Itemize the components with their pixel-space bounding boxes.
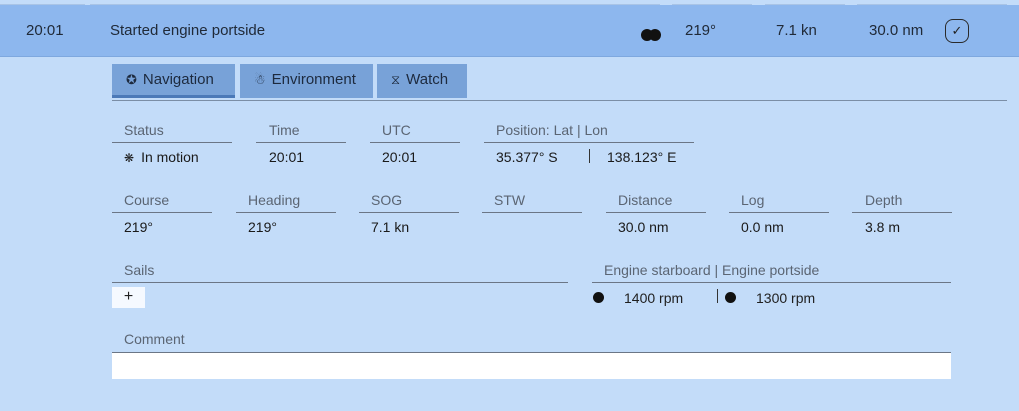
comment-input[interactable] (112, 352, 951, 379)
comment-label: Comment (124, 331, 185, 347)
entry-time: 20:01 (26, 22, 64, 39)
status-value[interactable]: ❋ In motion (124, 149, 199, 165)
time-label: Time (269, 122, 300, 138)
heading-label: Heading (248, 192, 301, 208)
position-lat: 35.377° S (496, 149, 558, 165)
tab-divider (112, 100, 1007, 101)
entry-course: 219° (685, 22, 717, 39)
time-value: 20:01 (269, 149, 305, 165)
sog-label: SOG (371, 192, 403, 208)
entry-title: Started engine portside (110, 22, 266, 39)
position-separator (589, 149, 590, 163)
utc-value: 20:01 (382, 149, 418, 165)
sails-label: Sails (124, 262, 155, 278)
engine-portside-rpm[interactable]: 1300 rpm (756, 290, 815, 306)
engines-label: Engine starboard | Engine portside (604, 262, 820, 278)
tab-watch-label: Watch (406, 71, 449, 88)
course-value: 219° (124, 219, 153, 235)
heading-value: 219° (248, 219, 277, 235)
environment-icon: ☃ (254, 72, 266, 87)
depth-value: 3.8 m (865, 219, 901, 235)
engine-portside-status-icon (725, 292, 736, 303)
status-text: In motion (141, 149, 199, 165)
engine-starboard-rpm[interactable]: 1400 rpm (624, 290, 683, 306)
add-sail-button[interactable]: + (112, 287, 145, 308)
tab-navigation[interactable]: ✪ Navigation (112, 64, 235, 98)
sog-value: 7.1 kn (371, 219, 410, 235)
entry-distance: 30.0 nm (869, 22, 924, 39)
distance-value: 30.0 nm (618, 219, 669, 235)
entry-speed: 7.1 kn (776, 22, 817, 39)
log-entry-row[interactable]: 20:01 Started engine portside 219° 7.1 k… (0, 5, 1019, 57)
depth-label: Depth (865, 192, 903, 208)
distance-label: Distance (618, 192, 673, 208)
log-label: Log (741, 192, 765, 208)
course-label: Course (124, 192, 170, 208)
engine-status-dots-icon (641, 29, 661, 41)
checkmark-icon[interactable]: ✓ (945, 19, 969, 43)
position-lon: 138.123° E (607, 149, 677, 165)
log-value: 0.0 nm (741, 219, 784, 235)
tab-environment[interactable]: ☃ Environment (240, 64, 373, 98)
navigation-icon: ✪ (126, 72, 137, 87)
engine-starboard-status-icon (593, 292, 604, 303)
hourglass-icon: ⧖ (391, 72, 401, 87)
position-label: Position: Lat | Lon (496, 122, 608, 138)
motion-icon: ❋ (124, 151, 135, 165)
tab-navigation-label: Navigation (142, 71, 214, 88)
stw-label: STW (494, 192, 526, 208)
tab-watch[interactable]: ⧖ Watch (377, 64, 467, 98)
utc-label: UTC (382, 122, 411, 138)
status-label: Status (124, 122, 164, 138)
tab-environment-label: Environment (271, 71, 356, 88)
engine-separator (717, 289, 718, 303)
